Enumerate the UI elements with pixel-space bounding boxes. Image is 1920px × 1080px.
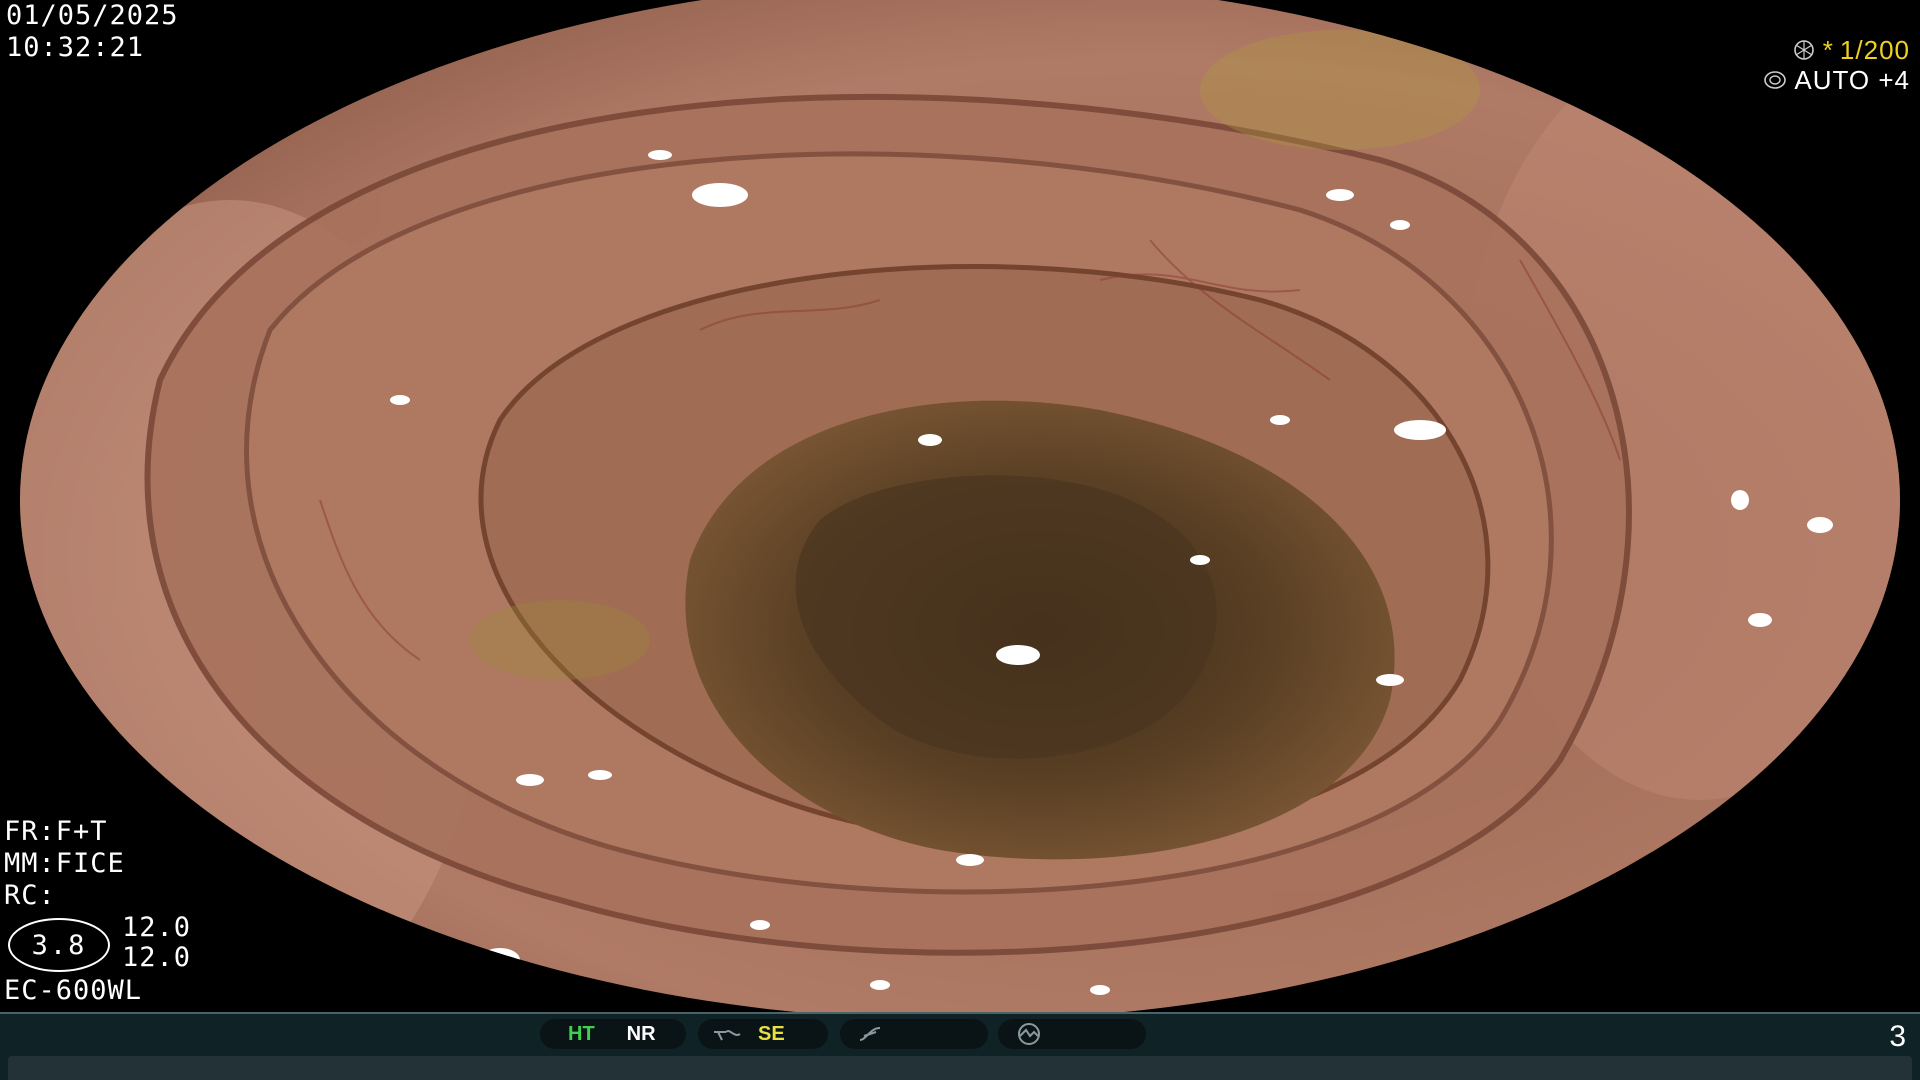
mm-setting: MM:FICE [4,848,125,879]
rc-setting: RC: [4,880,56,911]
enhance-value-2: 12.0 [122,942,192,973]
ht-nr-indicator[interactable]: HT NR [540,1019,686,1049]
endoscope-view [20,0,1900,1012]
status-bar: HT NR SE 3 [0,1012,1920,1080]
fr-setting: FR:F+T [4,816,108,847]
time-label: 10:32:21 [6,32,145,63]
freeze-indicator[interactable] [840,1019,988,1049]
shutter-star: * [1822,35,1834,65]
ht-label: HT [568,1022,595,1045]
iris-readout: AUTO +4 [1762,64,1910,96]
freeze-icon [859,1027,881,1041]
iris-icon [1764,71,1787,89]
date-label: 01/05/2025 [6,0,179,31]
scope-model: EC-600WL [4,975,143,1006]
shutter-value: 1/200 [1839,35,1910,65]
scan-indicator[interactable] [998,1019,1146,1049]
status-bar-divider [0,1012,1920,1014]
nr-label: NR [626,1022,656,1045]
shutter-icon [1793,40,1814,60]
scan-icon [1018,1023,1040,1045]
enhance-value-1: 12.0 [122,912,192,943]
zoom-badge: 3.8 [8,918,110,972]
iris-mode: AUTO +4 [1794,65,1910,95]
structure-icon [714,1030,741,1041]
shutter-readout: * 1/200 [1791,34,1910,66]
bottom-strip [8,1056,1912,1080]
page-number: 3 [1889,1020,1906,1053]
se-label: SE [758,1022,785,1045]
structure-enhance-indicator[interactable]: SE [698,1019,828,1049]
